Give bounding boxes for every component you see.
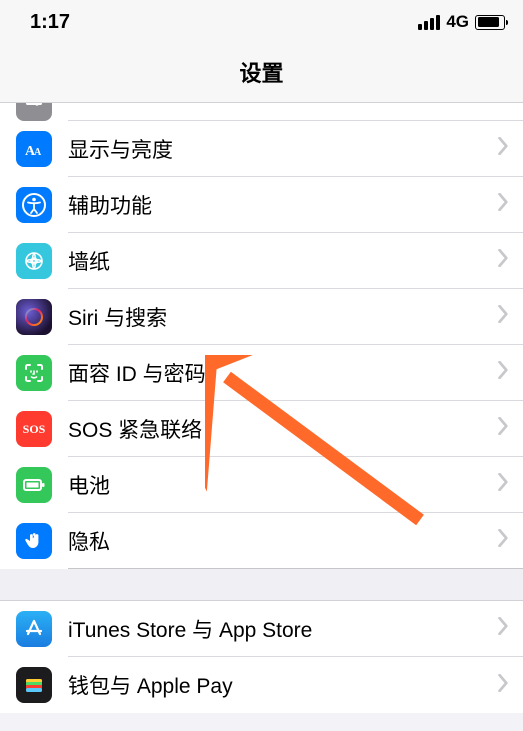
row-sos[interactable]: SOS SOS 紧急联络 xyxy=(0,401,523,457)
settings-group-1: 控制中心 AA 显示与亮度 辅助功能 墙纸 xyxy=(0,103,523,569)
row-wallpaper[interactable]: 墙纸 xyxy=(0,233,523,289)
battery-icon xyxy=(16,467,52,503)
chevron-right-icon xyxy=(498,361,509,384)
svg-text:A: A xyxy=(34,147,42,158)
nav-header: 设置 xyxy=(0,44,523,103)
chevron-right-icon xyxy=(498,137,509,160)
group-separator xyxy=(0,569,523,601)
chevron-right-icon xyxy=(498,674,509,697)
wallpaper-icon xyxy=(16,243,52,279)
row-battery[interactable]: 电池 xyxy=(0,457,523,513)
row-label: 辅助功能 xyxy=(68,190,152,220)
row-display[interactable]: AA 显示与亮度 xyxy=(0,121,523,177)
settings-group-2: iTunes Store 与 App Store 钱包与 Apple Pay xyxy=(0,601,523,713)
chevron-right-icon xyxy=(498,193,509,216)
status-indicators: 4G xyxy=(418,12,505,32)
row-wallet[interactable]: 钱包与 Apple Pay xyxy=(0,657,523,713)
status-bar: 1:17 4G xyxy=(0,0,523,44)
chevron-right-icon xyxy=(498,249,509,272)
row-label: 显示与亮度 xyxy=(68,134,173,164)
signal-icon xyxy=(418,15,440,30)
siri-icon xyxy=(16,299,52,335)
chevron-right-icon xyxy=(498,617,509,640)
row-faceid[interactable]: 面容 ID 与密码 xyxy=(0,345,523,401)
hand-icon xyxy=(16,523,52,559)
chevron-right-icon xyxy=(498,305,509,328)
chevron-right-icon xyxy=(498,103,509,104)
chevron-right-icon xyxy=(498,529,509,552)
row-accessibility[interactable]: 辅助功能 xyxy=(0,177,523,233)
row-control-center[interactable]: 控制中心 xyxy=(0,103,523,121)
row-label: Siri 与搜索 xyxy=(68,302,167,332)
chevron-right-icon xyxy=(498,417,509,440)
row-privacy[interactable]: 隐私 xyxy=(0,513,523,569)
row-itunes[interactable]: iTunes Store 与 App Store xyxy=(0,601,523,657)
status-time: 1:17 xyxy=(30,11,70,34)
sliders-icon xyxy=(16,103,52,121)
network-label: 4G xyxy=(446,12,469,32)
row-label: SOS 紧急联络 xyxy=(68,414,202,444)
battery-icon xyxy=(475,15,505,30)
text-size-icon: AA xyxy=(16,131,52,167)
row-label: 面容 ID 与密码 xyxy=(68,358,206,388)
svg-text:SOS: SOS xyxy=(23,422,46,436)
row-siri[interactable]: Siri 与搜索 xyxy=(0,289,523,345)
accessibility-icon xyxy=(16,187,52,223)
row-label: iTunes Store 与 App Store xyxy=(68,614,312,644)
row-label: 隐私 xyxy=(68,526,110,556)
sos-icon: SOS xyxy=(16,411,52,447)
faceid-icon xyxy=(16,355,52,391)
chevron-right-icon xyxy=(498,473,509,496)
appstore-icon xyxy=(16,611,52,647)
row-label: 墙纸 xyxy=(68,246,110,276)
wallet-icon xyxy=(16,667,52,703)
row-label: 电池 xyxy=(68,470,110,500)
page-title: 设置 xyxy=(0,56,523,88)
row-label: 控制中心 xyxy=(68,103,152,108)
row-label: 钱包与 Apple Pay xyxy=(68,670,233,700)
